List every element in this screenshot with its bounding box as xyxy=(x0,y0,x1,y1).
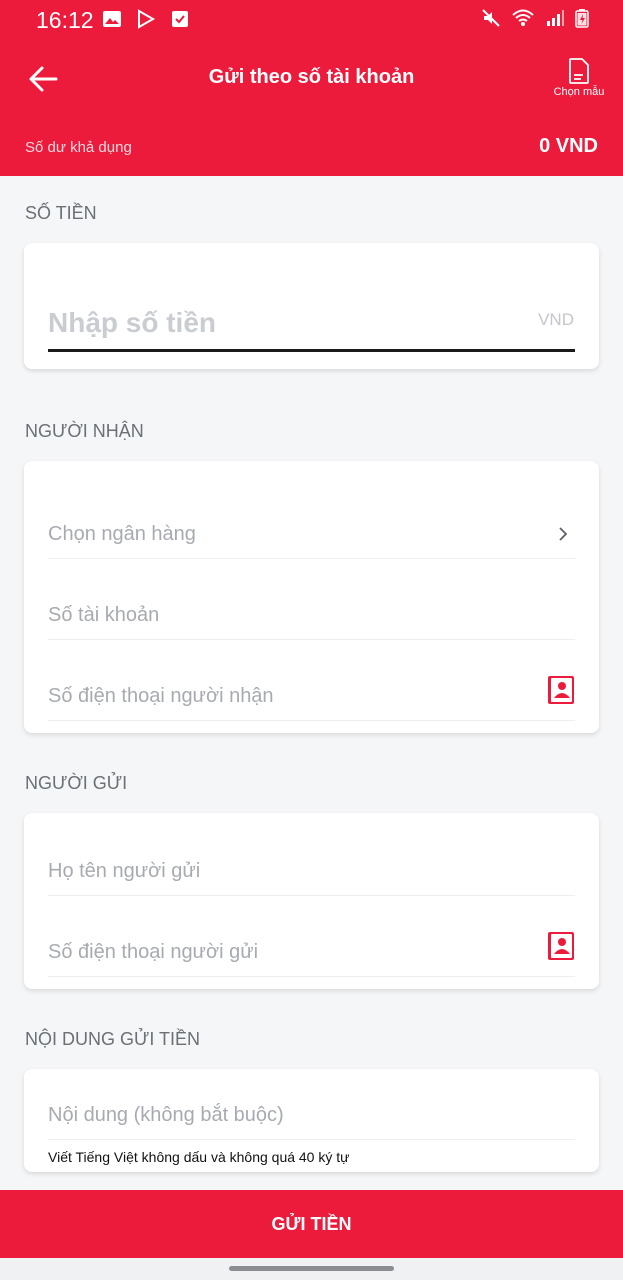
balance-label: Số dư khả dụng xyxy=(25,139,132,156)
recipient-card: Chọn ngân hàng Số tài khoản Số điện thoạ… xyxy=(24,461,599,733)
amount-section-title: SỐ TIỀN xyxy=(25,203,97,223)
recipient-section-title: NGƯỜI NHẬN xyxy=(25,421,144,441)
navigation-bar xyxy=(0,1258,623,1280)
account-number-input[interactable]: Số tài khoản xyxy=(48,600,575,640)
sender-name-placeholder: Họ tên người gửi xyxy=(48,860,201,882)
status-notification-icons xyxy=(102,9,190,29)
send-money-button[interactable]: GỬI TIỀN xyxy=(0,1190,623,1258)
bank-select[interactable]: Chọn ngân hàng xyxy=(48,519,575,559)
content-input[interactable]: Nội dung (không bắt buộc) xyxy=(48,1100,575,1140)
status-system-icons xyxy=(481,8,589,28)
account-number-placeholder: Số tài khoản xyxy=(48,604,160,626)
home-indicator[interactable] xyxy=(229,1266,394,1271)
balance-value: 0 VND xyxy=(539,135,598,157)
task-icon xyxy=(172,11,188,27)
contact-book-icon[interactable] xyxy=(547,675,575,705)
battery-icon xyxy=(575,9,589,28)
chevron-right-icon xyxy=(559,527,568,541)
content-section-title: NỘI DUNG GỬI TIỀN xyxy=(25,1029,201,1049)
document-icon xyxy=(569,58,589,84)
sender-name-input[interactable]: Họ tên người gửi xyxy=(48,856,575,896)
amount-unit: VND xyxy=(538,310,574,329)
amount-card: Nhập số tiền VND xyxy=(24,243,599,369)
amount-underline xyxy=(48,349,575,352)
amount-input[interactable]: Nhập số tiền xyxy=(48,307,216,339)
status-time: 16:12 xyxy=(36,7,94,33)
page-title: Gửi theo số tài khoản xyxy=(208,66,415,88)
gallery-icon xyxy=(103,11,121,27)
recipient-phone-input[interactable]: Số điện thoại người nhận xyxy=(48,676,575,721)
bank-select-placeholder: Chọn ngân hàng xyxy=(48,523,196,545)
content-note: Viết Tiếng Việt không dấu và không quá 4… xyxy=(48,1149,350,1165)
contact-book-icon[interactable] xyxy=(547,931,575,961)
sender-card: Họ tên người gửi Số điện thoại người gửi xyxy=(24,813,599,989)
signal-icon xyxy=(547,10,564,26)
sender-phone-input[interactable]: Số điện thoại người gửi xyxy=(48,932,575,977)
play-store-icon xyxy=(138,9,156,29)
choose-template-button[interactable]: Chọn mẫu xyxy=(553,58,605,98)
content-card: Nội dung (không bắt buộc) Viết Tiếng Việ… xyxy=(24,1069,599,1172)
sender-phone-placeholder: Số điện thoại người gửi xyxy=(48,941,259,963)
sender-section-title: NGƯỜI GỬI xyxy=(25,773,128,793)
top-header-area: 16:12 Gửi theo số tài khoản Chọn mẫu Số … xyxy=(0,0,623,176)
status-bar: 16:12 xyxy=(0,0,623,40)
mute-icon xyxy=(482,9,500,27)
wifi-icon xyxy=(512,9,534,26)
content-placeholder: Nội dung (không bắt buộc) xyxy=(48,1104,284,1126)
recipient-phone-placeholder: Số điện thoại người nhận xyxy=(48,685,274,707)
choose-template-label: Chọn mẫu xyxy=(553,86,605,98)
